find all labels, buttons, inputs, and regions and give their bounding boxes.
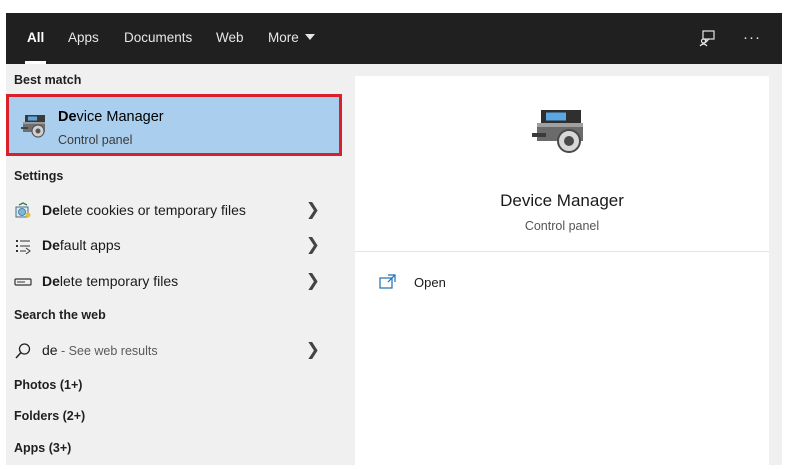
preview-divider (355, 251, 769, 252)
caret-down-icon (304, 34, 315, 40)
device-manager-icon (21, 115, 45, 138)
search-icon (15, 343, 31, 359)
settings-item-label-bold: De (42, 237, 60, 253)
section-search-web: Search the web (14, 308, 106, 322)
settings-item-label: Delete temporary files (42, 273, 178, 289)
section-photos[interactable]: Photos (1+) (14, 378, 82, 392)
settings-item-delete-temp-files[interactable]: Delete temporary files ❯ (6, 265, 342, 299)
best-match-title: Device Manager (58, 109, 164, 125)
section-best-match: Best match (14, 73, 82, 87)
tab-documents[interactable]: Documents (124, 13, 192, 64)
results-pane: Best match Device Manager Control panel … (6, 64, 349, 465)
web-search-hint: - See web results (57, 344, 158, 358)
feedback-icon[interactable] (699, 13, 717, 64)
chevron-right-icon: ❯ (305, 340, 320, 359)
preview-title: Device Manager (500, 191, 624, 210)
tab-all[interactable]: All (24, 13, 47, 64)
storage-icon (14, 278, 32, 286)
web-search-query: de (42, 342, 58, 358)
tab-more[interactable]: More (268, 13, 315, 64)
section-settings: Settings (14, 169, 64, 183)
web-search-label: de - See web results (42, 342, 158, 358)
settings-item-label-rest: lete cookies or temporary files (59, 202, 246, 218)
tab-web[interactable]: Web (216, 13, 244, 64)
best-match-result[interactable]: Device Manager Control panel (6, 94, 342, 156)
best-match-title-rest: vice Manager (76, 109, 164, 125)
settings-item-label: Delete cookies or temporary files (42, 202, 246, 218)
section-folders[interactable]: Folders (2+) (14, 409, 85, 423)
settings-item-label-bold: De (42, 202, 60, 218)
settings-item-label-bold: De (42, 273, 60, 289)
chevron-right-icon: ❯ (305, 271, 320, 290)
settings-item-default-apps[interactable]: Default apps ❯ (6, 229, 342, 263)
settings-item-label-rest: fault apps (59, 237, 121, 253)
chevron-right-icon: ❯ (305, 200, 320, 219)
web-search-result[interactable]: de - See web results ❯ (6, 334, 342, 368)
tab-apps[interactable]: Apps (68, 13, 99, 64)
preview-subtitle: Control panel (524, 219, 600, 233)
open-label: Open (414, 275, 446, 290)
search-topbar: All Apps Documents Web More ··· (6, 13, 782, 64)
best-match-subtitle: Control panel (58, 133, 133, 147)
section-apps[interactable]: Apps (3+) (14, 441, 71, 455)
internet-options-icon (15, 202, 31, 218)
settings-item-label-rest: lete temporary files (59, 273, 179, 289)
best-match-title-bold: De (58, 109, 77, 125)
open-action[interactable]: Open (375, 272, 575, 296)
tab-more-label: More (268, 30, 299, 45)
open-icon (379, 274, 396, 289)
default-apps-icon (16, 240, 31, 255)
search-window: All Apps Documents Web More ··· Best mat… (6, 13, 782, 465)
settings-item-delete-cookies[interactable]: Delete cookies or temporary files ❯ (6, 194, 342, 228)
more-options-icon[interactable]: ··· (743, 13, 761, 64)
chevron-right-icon: ❯ (305, 235, 320, 254)
settings-item-label: Default apps (42, 237, 121, 253)
preview-pane: Device Manager Control panel Open (355, 76, 769, 465)
device-manager-icon (532, 110, 583, 153)
